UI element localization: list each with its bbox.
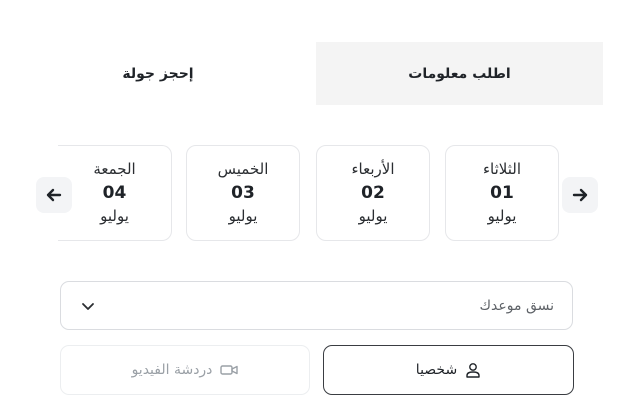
- day-name: الخميس: [217, 160, 269, 178]
- day-number: 01: [490, 183, 514, 203]
- date-card-thu[interactable]: الخميس 03 يوليو: [186, 145, 300, 241]
- tour-tabs: إحجز جولة اطلب معلومات: [0, 42, 603, 105]
- video-chat-option[interactable]: دردشة الفيديو: [60, 345, 310, 395]
- in-person-option[interactable]: شخصيا: [323, 345, 574, 395]
- tab-book-tour[interactable]: إحجز جولة: [0, 42, 316, 105]
- day-number: 02: [361, 183, 385, 203]
- date-picker: الثلاثاء 01 يوليو الأربعاء 02 يوليو الخم…: [0, 140, 635, 250]
- day-month: يوليو: [228, 207, 258, 225]
- day-name: الجمعة: [93, 160, 136, 178]
- day-name: الأربعاء: [351, 160, 395, 178]
- user-icon: [465, 362, 481, 378]
- day-month: يوليو: [358, 207, 388, 225]
- video-camera-icon: [220, 363, 239, 377]
- day-month: يوليو: [100, 207, 129, 225]
- arrow-right-icon: [572, 188, 588, 202]
- arrow-left-icon: [46, 188, 62, 202]
- select-label: نسق موعدك: [479, 297, 554, 314]
- chevron-down-icon: [82, 302, 94, 310]
- date-card-wed[interactable]: الأربعاء 02 يوليو: [316, 145, 430, 241]
- date-card-fri[interactable]: الجمعة 04 يوليو: [58, 145, 172, 241]
- day-number: 04: [102, 183, 127, 203]
- date-card-tue[interactable]: الثلاثاء 01 يوليو: [445, 145, 559, 241]
- prev-dates-button[interactable]: [36, 177, 72, 213]
- next-dates-button[interactable]: [562, 177, 598, 213]
- tour-format-select[interactable]: نسق موعدك: [60, 281, 573, 330]
- day-month: يوليو: [487, 207, 517, 225]
- day-name: الثلاثاء: [482, 160, 521, 178]
- tab-request-info[interactable]: اطلب معلومات: [316, 42, 603, 105]
- day-number: 03: [231, 183, 255, 203]
- video-option-label: دردشة الفيديو: [131, 362, 213, 378]
- person-option-label: شخصيا: [415, 362, 458, 378]
